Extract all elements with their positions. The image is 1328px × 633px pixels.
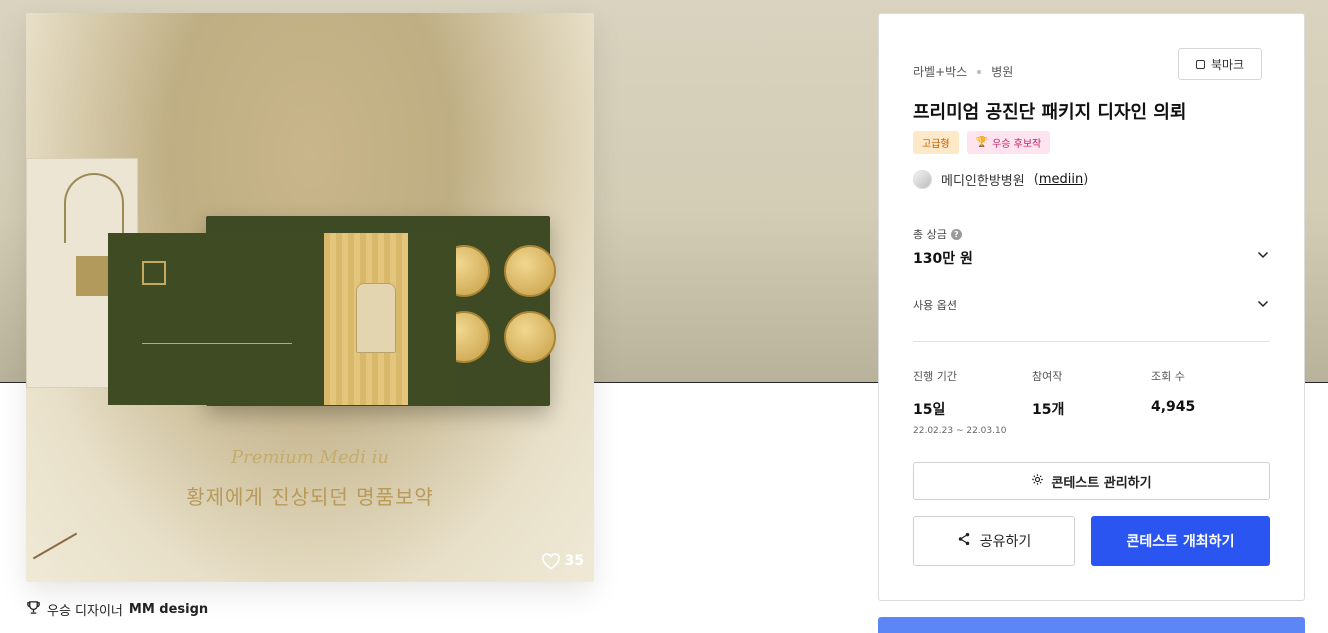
contest-title: 프리미엄 공진단 패키지 디자인 의뢰 — [913, 102, 1187, 123]
winner-designer: 우승 디자이너 MM design — [26, 600, 208, 619]
box-line-graphic — [142, 343, 292, 344]
breadcrumb-separator — [977, 69, 982, 74]
stat-label: 참여작 — [1032, 370, 1063, 383]
chevron-down-icon[interactable] — [1256, 248, 1270, 262]
tagline: 황제에게 진상되던 명품보약 — [186, 485, 434, 509]
contest-info-panel: 라벨+박스 병원 북마크 프리미엄 공진단 패키지 디자인 의뢰 고급형 🏆 우… — [878, 13, 1305, 601]
trophy-icon: 🏆 — [975, 137, 989, 148]
stat-label: 진행 기간 — [913, 370, 957, 383]
pill-graphic — [504, 311, 556, 363]
stat-label: 조회 수 — [1151, 370, 1185, 383]
bookmark-icon — [1195, 59, 1205, 69]
bookmark-label: 북마크 — [1210, 57, 1245, 72]
candidate-badge: 🏆 우승 후보작 — [966, 131, 1051, 154]
stat-entries: 참여작 15개 — [1032, 368, 1151, 436]
help-icon[interactable]: ? — [950, 228, 962, 240]
like-button[interactable]: 35 — [541, 552, 584, 570]
total-prize-row[interactable]: 총 상금 ? 130만 원 — [913, 226, 1270, 267]
manage-contest-button[interactable]: 콘테스트 관리하기 — [913, 462, 1270, 500]
bookmark-button[interactable]: 북마크 — [1178, 48, 1262, 80]
stat-views: 조회 수 4,945 — [1151, 368, 1270, 436]
stat-value: 4,945 — [1151, 399, 1196, 415]
stat-value: 15개 — [1032, 402, 1065, 418]
grade-badge: 고급형 — [913, 131, 959, 154]
host-contest-button[interactable]: 콘테스트 개최하기 — [1091, 516, 1270, 566]
share-label: 공유하기 — [979, 534, 1032, 550]
tagline-script: Premium Medi iu — [230, 447, 389, 468]
chevron-down-icon[interactable] — [1256, 297, 1270, 311]
badge-group: 고급형 🏆 우승 후보작 — [913, 131, 1051, 154]
contest-image[interactable]: Premium Medi iu 황제에게 진상되던 명품보약 35 — [26, 13, 594, 582]
total-prize-label: 총 상금 — [913, 228, 947, 241]
bottom-panel-edge — [878, 617, 1305, 633]
winner-label: 우승 디자이너 — [47, 604, 123, 619]
trophy-icon — [26, 600, 41, 619]
stats-row: 진행 기간 15일 22.02.23 ~ 22.03.10 참여작 15개 조회… — [913, 368, 1270, 436]
stat-date-range: 22.02.23 ~ 22.03.10 — [913, 426, 1007, 436]
manage-contest-label: 콘테스트 관리하기 — [1051, 475, 1152, 491]
stat-value: 15일 — [913, 402, 946, 418]
options-row[interactable]: 사용 옵션 — [913, 295, 1270, 315]
avatar — [913, 170, 932, 189]
share-icon — [957, 532, 971, 550]
host-info: 메디인한방병원 (mediin) — [913, 170, 1088, 189]
options-label: 사용 옵션 — [913, 299, 957, 312]
candidate-badge-label: 우승 후보작 — [992, 139, 1042, 150]
like-count: 35 — [564, 553, 584, 569]
stat-duration: 진행 기간 15일 22.02.23 ~ 22.03.10 — [913, 368, 1032, 436]
breadcrumb: 라벨+박스 병원 — [913, 63, 1013, 80]
heart-icon — [541, 552, 561, 570]
breadcrumb-item-industry[interactable]: 병원 — [991, 63, 1013, 80]
divider — [913, 341, 1270, 342]
total-prize-value: 130만 원 — [913, 251, 973, 267]
share-button[interactable]: 공유하기 — [913, 516, 1075, 566]
pill-graphic — [504, 245, 556, 297]
hang-tag-graphic — [356, 283, 396, 353]
host-handle-link[interactable]: mediin — [1039, 172, 1083, 187]
breadcrumb-item-category[interactable]: 라벨+박스 — [913, 63, 967, 80]
host-name: 메디인한방병원 — [941, 174, 1025, 189]
gear-icon — [1031, 473, 1044, 490]
twig-graphic — [32, 532, 78, 560]
winner-name[interactable]: MM design — [129, 602, 208, 617]
box-logo-graphic — [142, 261, 166, 285]
